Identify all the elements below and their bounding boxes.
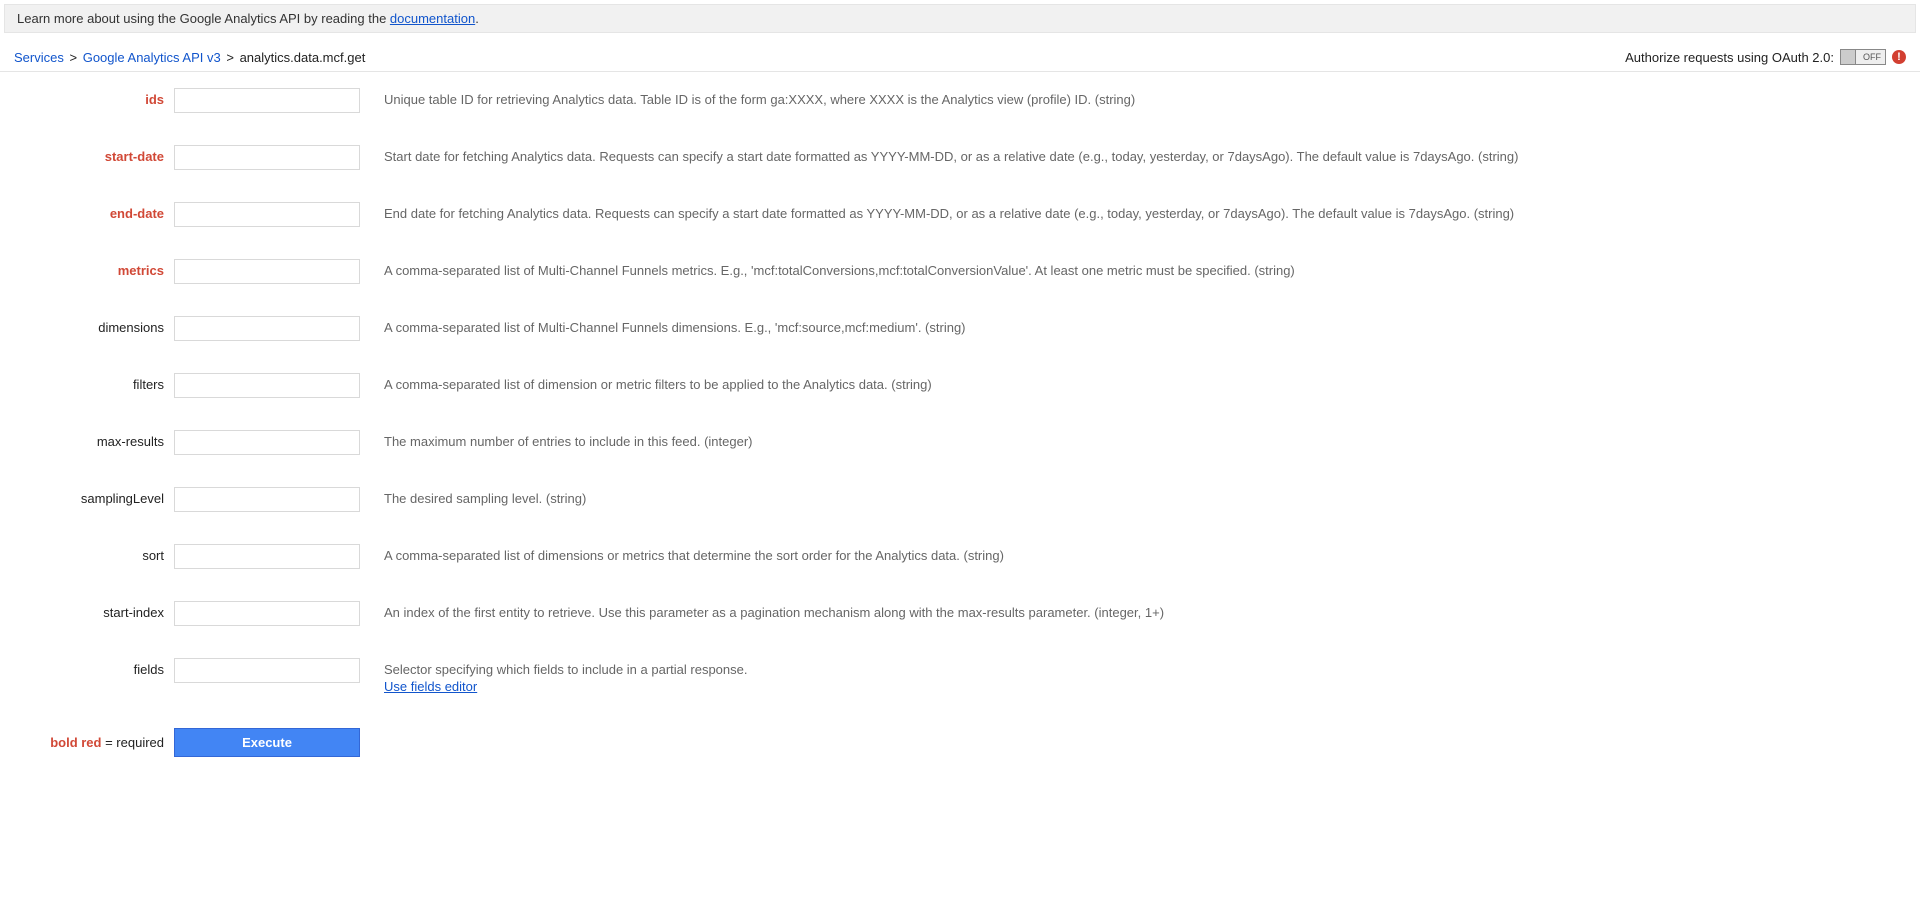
param-label-start-index: start-index	[14, 601, 174, 620]
oauth-toggle[interactable]: OFF	[1840, 49, 1886, 65]
param-desc: Selector specifying which fields to incl…	[360, 658, 1906, 696]
warning-icon: !	[1892, 50, 1906, 64]
param-desc-text: A comma-separated list of Multi-Channel …	[384, 320, 966, 335]
info-bar-text: Learn more about using the Google Analyt…	[17, 11, 390, 26]
param-desc-text: End date for fetching Analytics data. Re…	[384, 206, 1514, 221]
param-row: end-date End date for fetching Analytics …	[14, 202, 1906, 227]
dimensions-input[interactable]	[174, 316, 360, 341]
param-label-start-date: start-date	[14, 145, 174, 164]
param-label-ids: ids	[14, 88, 174, 107]
param-row: filters A comma-separated list of dimensi…	[14, 373, 1906, 398]
execute-button[interactable]: Execute	[174, 728, 360, 757]
param-row: max-results The maximum number of entries…	[14, 430, 1906, 455]
param-row: metrics A comma-separated list of Multi-C…	[14, 259, 1906, 284]
filters-input[interactable]	[174, 373, 360, 398]
param-desc: The desired sampling level. (string)	[360, 487, 1906, 508]
required-legend: bold red = required	[14, 735, 174, 750]
param-desc: A comma-separated list of dimension or m…	[360, 373, 1906, 394]
breadcrumb-api[interactable]: Google Analytics API v3	[83, 50, 221, 65]
param-desc-text: Start date for fetching Analytics data. …	[384, 149, 1518, 164]
breadcrumb-sep: >	[226, 50, 234, 65]
start-index-input[interactable]	[174, 601, 360, 626]
param-label-dimensions: dimensions	[14, 316, 174, 335]
fields-editor-link[interactable]: Use fields editor	[384, 679, 477, 694]
documentation-link[interactable]: documentation	[390, 11, 475, 26]
param-label-filters: filters	[14, 373, 174, 392]
param-desc: A comma-separated list of Multi-Channel …	[360, 259, 1906, 280]
header-row: Services > Google Analytics API v3 > ana…	[0, 37, 1920, 72]
param-desc-text: Unique table ID for retrieving Analytics…	[384, 92, 1135, 107]
equals-required: = required	[101, 735, 164, 750]
param-desc: The maximum number of entries to include…	[360, 430, 1906, 451]
param-desc-text: A comma-separated list of Multi-Channel …	[384, 263, 1295, 278]
param-desc: Unique table ID for retrieving Analytics…	[360, 88, 1906, 109]
param-label-sort: sort	[14, 544, 174, 563]
param-desc: A comma-separated list of Multi-Channel …	[360, 316, 1906, 337]
param-row: start-date Start date for fetching Analyt…	[14, 145, 1906, 170]
metrics-input[interactable]	[174, 259, 360, 284]
bold-red-text: bold red	[50, 735, 101, 750]
param-label-fields: fields	[14, 658, 174, 677]
end-date-input[interactable]	[174, 202, 360, 227]
ids-input[interactable]	[174, 88, 360, 113]
info-bar: Learn more about using the Google Analyt…	[4, 4, 1916, 33]
breadcrumb: Services > Google Analytics API v3 > ana…	[14, 50, 365, 65]
param-desc-text: The maximum number of entries to include…	[384, 434, 753, 449]
param-label-metrics: metrics	[14, 259, 174, 278]
param-desc-text: Selector specifying which fields to incl…	[384, 662, 747, 677]
param-desc: A comma-separated list of dimensions or …	[360, 544, 1906, 565]
fields-input[interactable]	[174, 658, 360, 683]
info-bar-suffix: .	[475, 11, 479, 26]
auth-area: Authorize requests using OAuth 2.0: OFF …	[1625, 49, 1906, 65]
param-row: ids Unique table ID for retrieving Analyt…	[14, 88, 1906, 113]
param-row: sort A comma-separated list of dimensions…	[14, 544, 1906, 569]
start-date-input[interactable]	[174, 145, 360, 170]
param-desc-text: A comma-separated list of dimension or m…	[384, 377, 932, 392]
param-desc: End date for fetching Analytics data. Re…	[360, 202, 1906, 223]
param-label-end-date: end-date	[14, 202, 174, 221]
samplingLevel-input[interactable]	[174, 487, 360, 512]
max-results-input[interactable]	[174, 430, 360, 455]
param-desc: An index of the first entity to retrieve…	[360, 601, 1906, 622]
param-desc: Start date for fetching Analytics data. …	[360, 145, 1906, 166]
auth-label: Authorize requests using OAuth 2.0:	[1625, 50, 1834, 65]
param-desc-text: The desired sampling level. (string)	[384, 491, 586, 506]
param-label-samplingLevel: samplingLevel	[14, 487, 174, 506]
param-desc-text: An index of the first entity to retrieve…	[384, 605, 1164, 620]
param-row: start-index An index of the first entity …	[14, 601, 1906, 626]
param-row: fields Selector specifying which fields t…	[14, 658, 1906, 696]
param-label-max-results: max-results	[14, 430, 174, 449]
breadcrumb-sep: >	[69, 50, 77, 65]
breadcrumb-services[interactable]: Services	[14, 50, 64, 65]
form-area: ids Unique table ID for retrieving Analyt…	[0, 72, 1920, 787]
footer-row: bold red = requiredExecute	[14, 728, 1906, 757]
breadcrumb-current: analytics.data.mcf.get	[240, 50, 366, 65]
sort-input[interactable]	[174, 544, 360, 569]
param-row: dimensions A comma-separated list of Mult…	[14, 316, 1906, 341]
param-desc-text: A comma-separated list of dimensions or …	[384, 548, 1004, 563]
param-row: samplingLevel The desired sampling level.…	[14, 487, 1906, 512]
